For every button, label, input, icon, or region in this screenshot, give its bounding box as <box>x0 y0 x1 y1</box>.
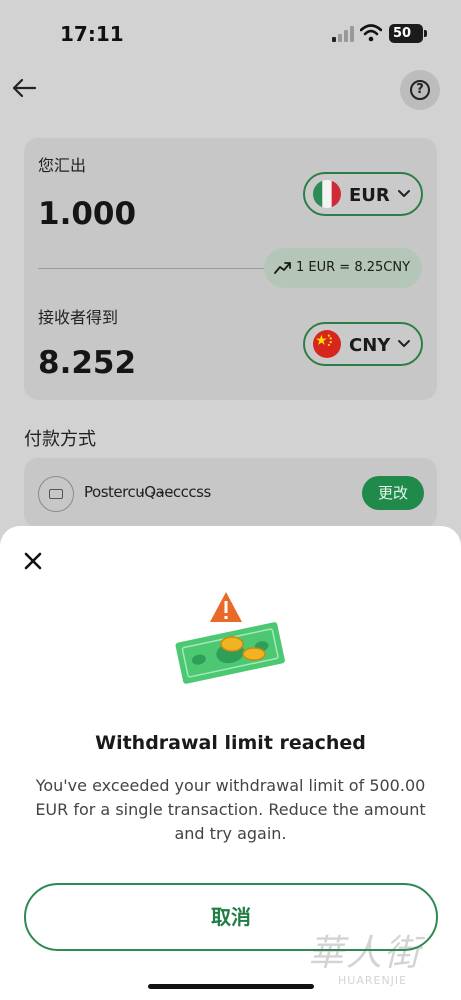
receive-currency-select[interactable]: CNY <box>303 322 423 366</box>
home-indicator[interactable] <box>148 984 314 989</box>
china-flag-icon <box>313 330 341 358</box>
exchange-rate-text: 1 EUR = 8.25CNY <box>296 260 411 275</box>
send-currency-select[interactable]: EUR <box>303 172 423 216</box>
watermark: 華人街 HUARENJIE <box>308 924 458 996</box>
help-button[interactable]: ? <box>400 70 440 110</box>
trend-up-icon <box>274 262 291 274</box>
send-currency-code: EUR <box>349 185 390 206</box>
warning-icon <box>210 592 242 622</box>
cellular-signal-icon <box>332 26 354 42</box>
divider <box>38 268 268 269</box>
change-payment-button[interactable]: 更改 <box>362 476 424 510</box>
send-label: 您汇出 <box>38 156 87 175</box>
payment-method-name: Postercu̵Q̵a̵e̵cccss <box>84 483 211 501</box>
chevron-down-icon <box>398 190 410 197</box>
chevron-down-icon <box>398 340 410 347</box>
send-amount-input[interactable]: 1.000 <box>38 196 136 232</box>
status-bar: 17:11 50 <box>0 0 461 60</box>
wifi-icon <box>360 24 382 42</box>
limit-reached-sheet: Withdrawal limit reached You've exceeded… <box>0 526 461 1000</box>
italy-flag-icon <box>313 180 341 208</box>
battery-level: 50 <box>393 26 412 41</box>
status-time: 17:11 <box>60 22 124 46</box>
arrow-left-icon <box>12 78 37 98</box>
receive-currency-code: CNY <box>349 335 391 356</box>
money-warning-illustration <box>175 592 285 684</box>
receive-amount-input[interactable]: 8.252 <box>38 345 136 381</box>
card-icon <box>38 476 74 512</box>
exchange-rate-badge: 1 EUR = 8.25CNY <box>264 248 422 288</box>
modal-title: Withdrawal limit reached <box>95 732 366 754</box>
payment-method-card[interactable]: Postercu̵Q̵a̵e̵cccss 更改 <box>24 458 437 528</box>
payment-method-title: 付款方式 <box>24 429 96 450</box>
watermark-cn: 華人街 <box>308 933 423 974</box>
amount-card: 您汇出 1.000 EUR 1 EUR = 8.25CNY 接收者得到 8.25… <box>24 138 437 400</box>
modal-message: You've exceeded your withdrawal limit of… <box>35 776 426 843</box>
banknote-icon <box>175 622 285 684</box>
battery-indicator: 50 <box>389 24 427 43</box>
question-circle-icon: ? <box>410 80 430 100</box>
watermark-en: HUARENJIE <box>338 974 408 987</box>
receive-label: 接收者得到 <box>38 308 119 327</box>
close-icon <box>24 552 42 570</box>
back-button[interactable] <box>10 74 38 102</box>
close-button[interactable] <box>22 550 44 572</box>
